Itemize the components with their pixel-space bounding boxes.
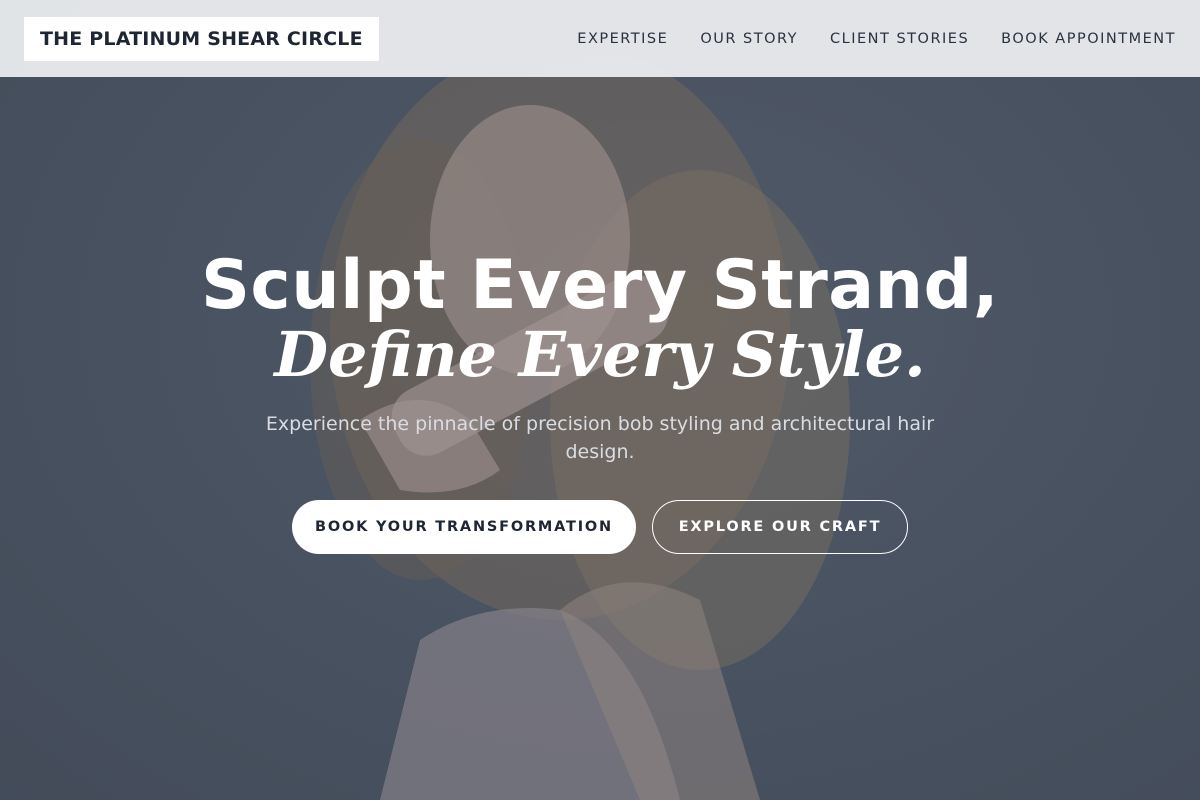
nav-item-client-stories[interactable]: CLIENT STORIES [830,31,969,47]
nav-item-our-story[interactable]: OUR STORY [700,31,798,47]
nav-item-expertise[interactable]: EXPERTISE [577,31,668,47]
hero-cta-group: BOOK YOUR TRANSFORMATION EXPLORE OUR CRA… [0,500,1200,554]
book-transformation-button[interactable]: BOOK YOUR TRANSFORMATION [292,500,636,554]
nav-item-book-appointment[interactable]: BOOK APPOINTMENT [1001,31,1176,47]
main-nav: EXPERTISE OUR STORY CLIENT STORIES BOOK … [577,31,1176,47]
hero-headline-line2: Define Every Style. [274,318,926,391]
site-header: THE PLATINUM SHEAR CIRCLE EXPERTISE OUR … [0,0,1200,77]
hero-content: Sculpt Every Strand, Define Every Style.… [0,246,1200,554]
hero-headline-line1: Sculpt Every Strand, [200,246,1000,325]
brand-logo[interactable]: THE PLATINUM SHEAR CIRCLE [24,16,379,61]
explore-craft-button[interactable]: EXPLORE OUR CRAFT [652,500,908,554]
hero-subtitle: Experience the pinnacle of precision bob… [265,413,935,463]
